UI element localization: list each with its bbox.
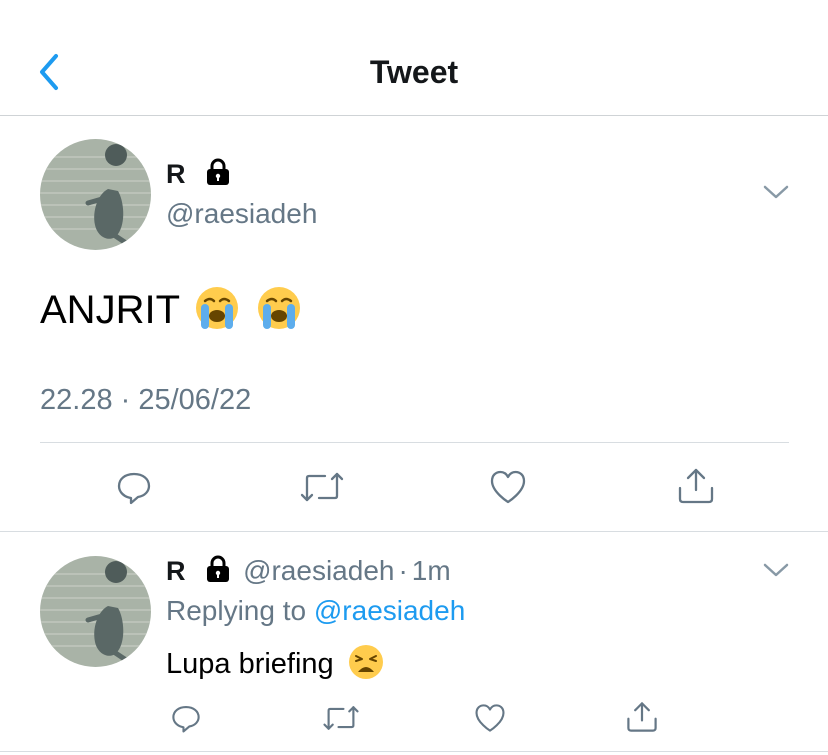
share-icon (627, 702, 657, 732)
replying-to-handle[interactable]: @raesiadeh (314, 595, 465, 626)
reply-time: 1m (411, 555, 451, 586)
reply-button[interactable] (115, 468, 153, 511)
reply-author-name: R (166, 556, 186, 586)
reply-retweet-button[interactable] (322, 702, 360, 739)
share-button[interactable] (676, 466, 716, 511)
comment-icon (172, 706, 200, 733)
heart-icon (475, 704, 505, 732)
lock-icon (203, 158, 233, 193)
section-divider (0, 531, 828, 532)
reply-avatar[interactable] (40, 556, 151, 667)
avatar-image (40, 139, 151, 250)
share-icon (678, 468, 714, 504)
header-divider (0, 115, 828, 116)
reply-header: R @raesiadeh · 1m (166, 554, 451, 591)
reply-text: Lupa briefing (166, 644, 384, 690)
reply-options-button[interactable] (762, 560, 790, 585)
chevron-down-icon (763, 563, 789, 577)
reply-like-button[interactable] (473, 702, 507, 739)
retweet-button[interactable] (299, 468, 345, 511)
time-separator: · (398, 555, 408, 586)
comment-icon (117, 472, 151, 505)
loudly-crying-face-icon (194, 285, 240, 346)
reply-reply-button[interactable] (170, 702, 202, 739)
bottom-divider (0, 751, 828, 752)
reply-share-button[interactable] (625, 700, 659, 739)
reply-author-handle[interactable]: @raesiadeh (243, 555, 394, 586)
tweet-author-name-row: R (166, 158, 233, 193)
tweet-text: ANJRIT (40, 282, 302, 346)
retweet-icon (323, 706, 359, 730)
tweet-divider (40, 442, 789, 443)
loudly-crying-face-icon (256, 285, 302, 346)
tweet-options-button[interactable] (762, 182, 790, 207)
tweet-body: ANJRIT (40, 288, 180, 332)
author-name: R (166, 159, 186, 189)
tweet-timestamp: 22.28 · 25/06/22 (40, 384, 252, 416)
page-title: Tweet (369, 54, 459, 90)
avatar[interactable] (40, 139, 151, 250)
replying-to: Replying to @raesiadeh (166, 594, 465, 628)
reply-body: Lupa briefing (166, 648, 334, 680)
weary-face-icon (348, 644, 384, 690)
replying-to-label: Replying to (166, 595, 307, 626)
chevron-down-icon (763, 185, 789, 199)
author-handle[interactable]: @raesiadeh (166, 196, 317, 232)
avatar-image (40, 556, 151, 667)
lock-icon (203, 555, 233, 591)
retweet-icon (300, 472, 344, 502)
heart-icon (490, 470, 526, 504)
like-button[interactable] (488, 468, 528, 511)
